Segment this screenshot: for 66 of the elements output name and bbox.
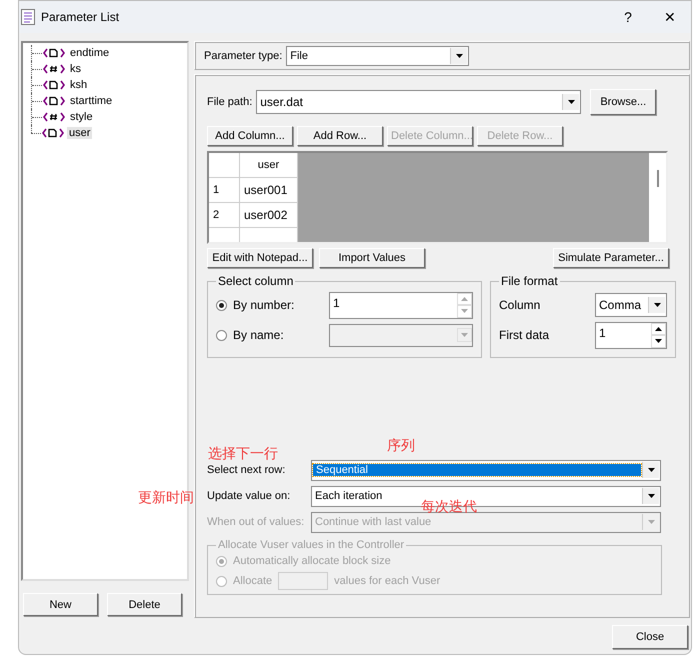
setting-dropdown[interactable]: Sequential: [311, 460, 661, 480]
document-tag-icon: [42, 128, 64, 138]
document-tag-icon: [43, 48, 65, 58]
column-header: user: [240, 153, 298, 178]
close-button[interactable]: ✕: [649, 2, 691, 32]
row-number: 2: [209, 203, 240, 228]
first-data-field[interactable]: 1: [595, 322, 667, 348]
table-cell: user002: [240, 203, 298, 228]
tree-item[interactable]: style: [68, 111, 95, 123]
radio-label: By number:: [233, 298, 296, 312]
hash-tag-icon: [43, 64, 65, 74]
down-arrow-icon: [654, 303, 660, 307]
group-title: File format: [500, 274, 559, 288]
tree-item[interactable]: endtime: [68, 47, 112, 59]
down-arrow-icon: [648, 494, 654, 498]
setting-label: Update value on:: [207, 490, 292, 502]
simulate-button[interactable]: Simulate Parameter...: [553, 248, 669, 268]
tree-button[interactable]: New: [23, 593, 98, 616]
file-path-dropdown[interactable]: user.dat: [256, 90, 582, 114]
group-title: Allocate Vuser values in the Controller: [217, 539, 406, 551]
parameter-type-dropdown[interactable]: File: [286, 46, 470, 66]
down-arrow-icon: [568, 100, 575, 104]
tree-item[interactable]: starttime: [68, 95, 114, 107]
table-button[interactable]: Add Column...: [207, 126, 293, 146]
down-arrow-icon: [655, 339, 662, 344]
down-arrow-icon: [456, 54, 463, 58]
down-arrow-icon: [461, 333, 468, 337]
table-button[interactable]: Add Row...: [297, 126, 383, 146]
group-title: Select column: [217, 274, 294, 288]
tree-item[interactable]: ksh: [68, 79, 90, 91]
tree-button[interactable]: Delete: [107, 593, 182, 616]
annotation-text: 选择下一行: [208, 445, 278, 463]
field-suffix: values for each Vuser: [334, 575, 440, 587]
tree-item[interactable]: ks: [68, 63, 83, 75]
row-number: 1: [209, 178, 240, 203]
annotation-text: 更新时间: [138, 489, 194, 507]
file-path-label: File path:: [207, 96, 252, 108]
column-label: Column: [499, 298, 542, 312]
edit-button[interactable]: Edit with Notepad...: [207, 248, 313, 268]
up-arrow-icon: [655, 326, 662, 331]
down-arrow-icon: [648, 468, 654, 472]
up-arrow-icon: [461, 296, 468, 301]
radio-label: Allocate: [233, 575, 272, 587]
help-button[interactable]: ?: [607, 2, 649, 32]
document-tag-icon: [43, 96, 65, 106]
browse-button[interactable]: Browse...: [590, 89, 656, 115]
radio-label: Automatically allocate block size: [233, 555, 391, 567]
radio-button[interactable]: [216, 300, 227, 310]
tree-item[interactable]: user: [67, 127, 92, 139]
column-dropdown[interactable]: Comma: [595, 293, 667, 317]
down-arrow-icon: [648, 520, 654, 524]
hash-tag-icon: [43, 112, 65, 122]
close-dialog-button[interactable]: Close: [612, 625, 688, 649]
spin-field[interactable]: 1: [329, 292, 473, 318]
import-button[interactable]: Import Values: [319, 248, 425, 268]
table-cell: user001: [240, 178, 298, 203]
document-tag-icon: [43, 80, 65, 90]
first-data-label: First data: [499, 328, 550, 342]
down-arrow-icon: [461, 309, 468, 314]
setting-label: Select next row:: [207, 464, 286, 476]
annotation-text: 序列: [387, 437, 415, 455]
list-icon: [21, 9, 35, 25]
window-title: Parameter List: [41, 10, 120, 24]
parameter-type-label: Parameter type:: [204, 50, 282, 62]
radio-label: By name:: [233, 328, 285, 342]
setting-label: When out of values:: [207, 516, 306, 528]
